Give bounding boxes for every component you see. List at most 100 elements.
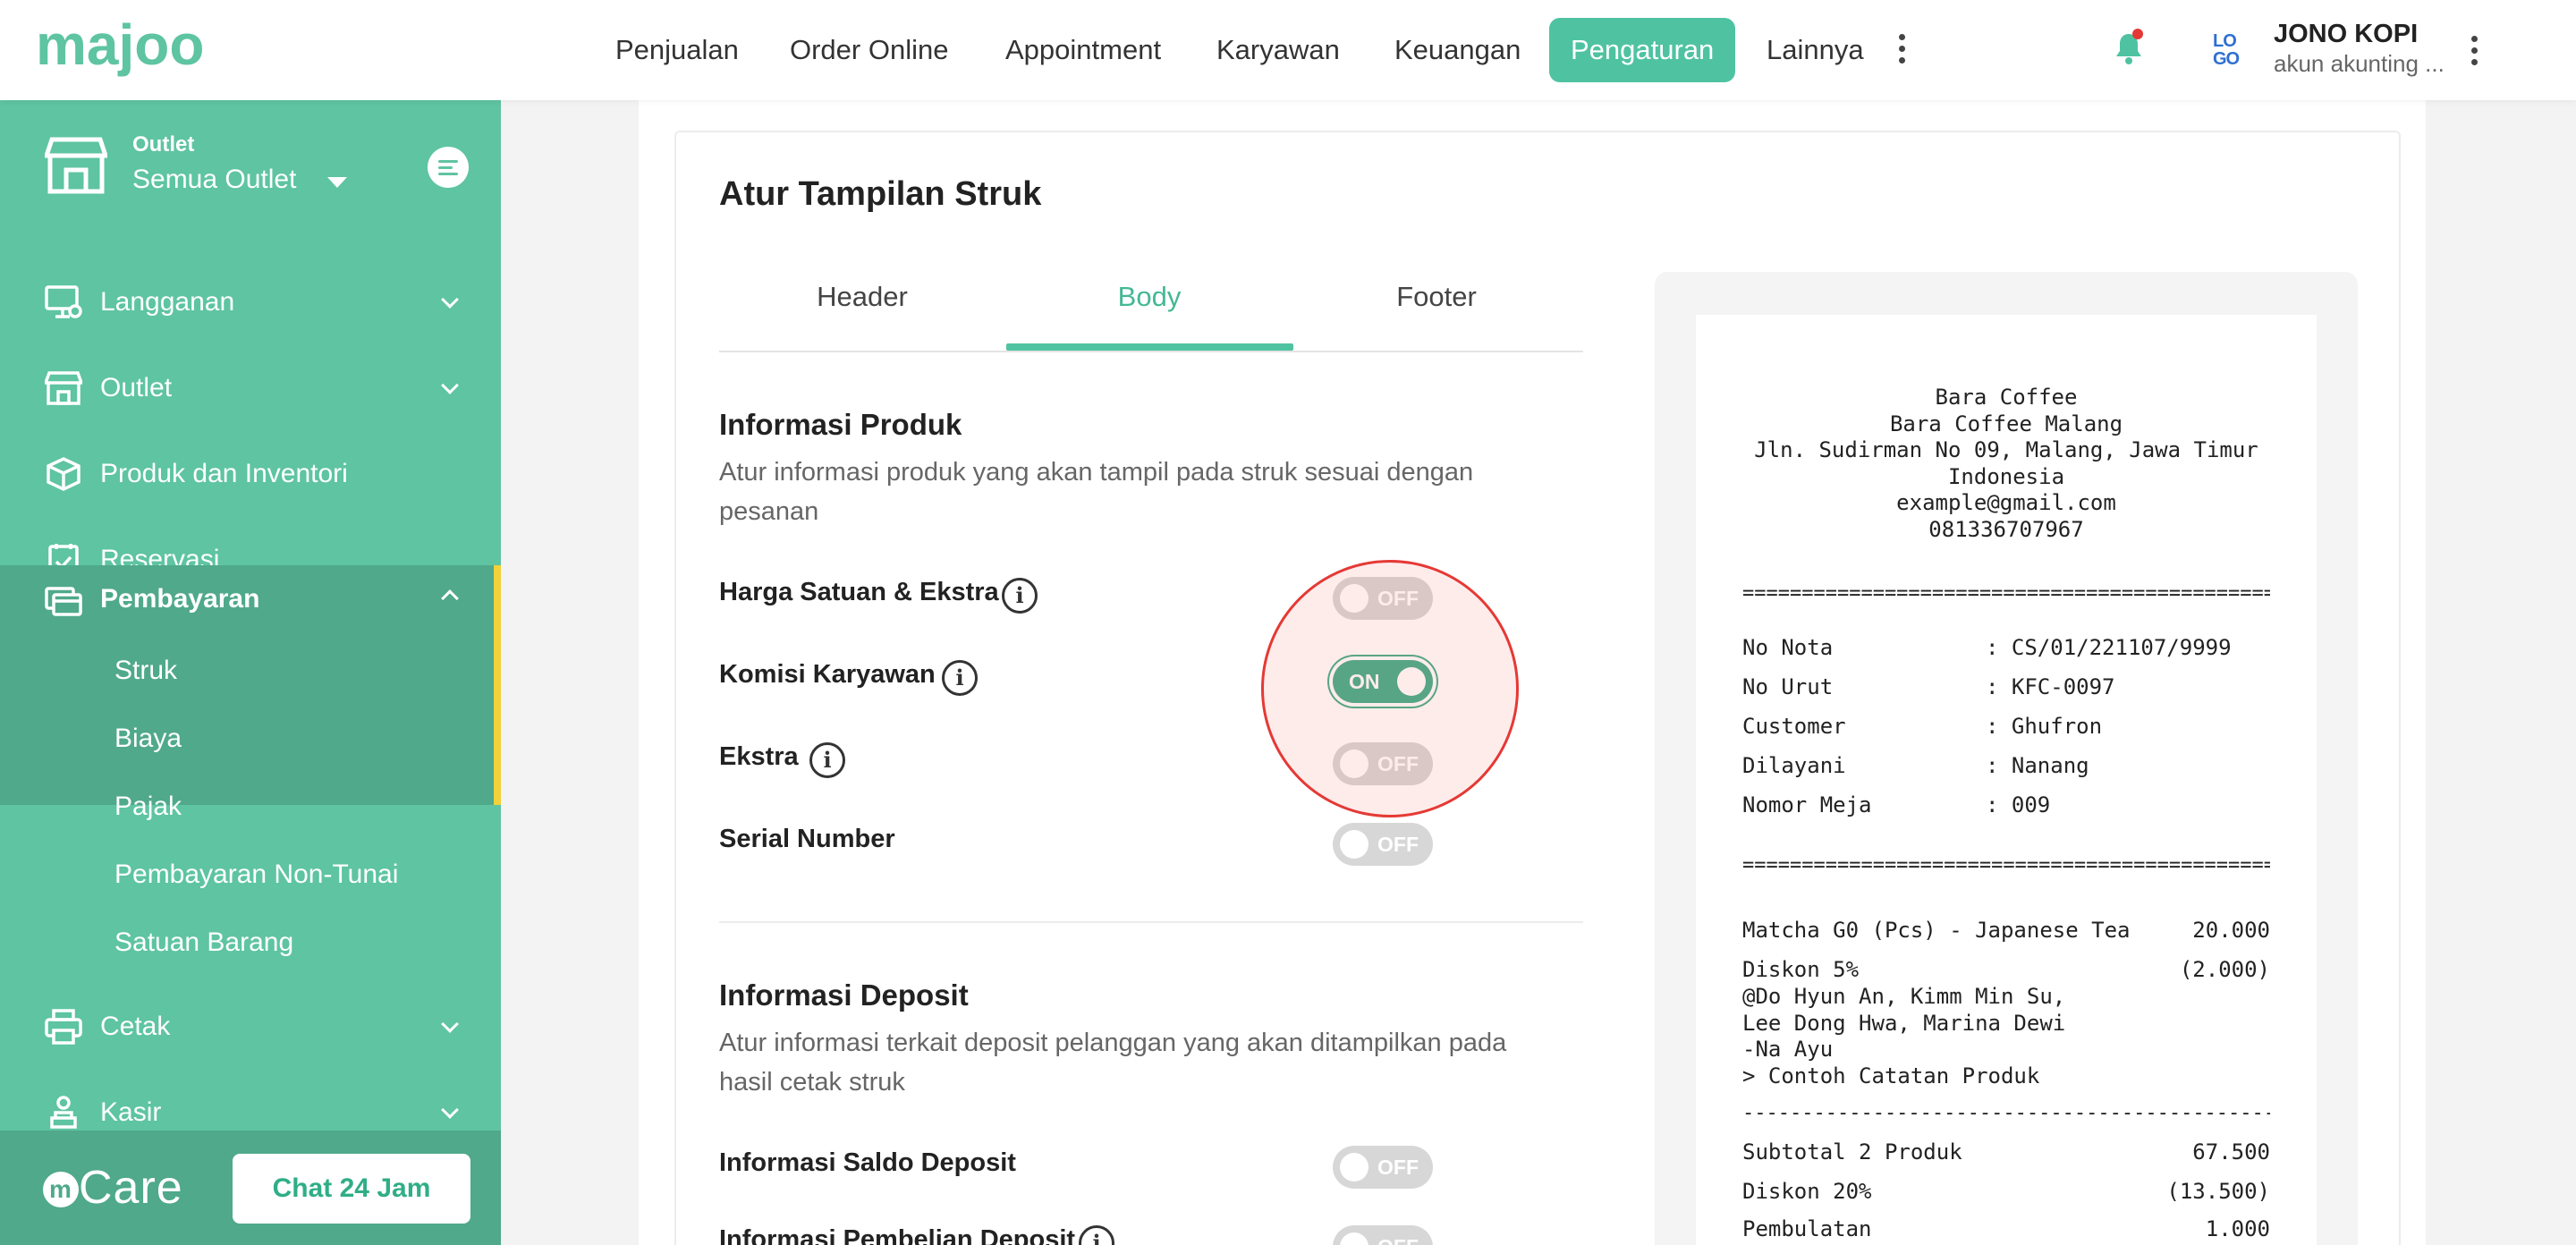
receipt-info-row: Customer: Ghufron: [1742, 707, 2270, 746]
toggle-knob: [1340, 1232, 1368, 1245]
info-icon[interactable]: i: [809, 742, 845, 778]
outlet-selector[interactable]: Semua Outlet: [132, 165, 296, 195]
page-title: Atur Tampilan Struk: [719, 175, 1042, 213]
receipt-info-value: 009: [2011, 792, 2051, 817]
toggle-text: OFF: [1377, 752, 1419, 775]
care-logo: m Care: [43, 1161, 183, 1215]
receipt-phone: 081336707967: [1928, 516, 2084, 542]
receipt-separator-single: ----------------------------------------…: [1742, 1109, 2270, 1118]
nav-keuangan[interactable]: Keuangan: [1394, 18, 1521, 82]
receipt-info-value: Nanang: [2011, 753, 2089, 778]
receipt-country: Indonesia: [1947, 463, 2065, 489]
receipt-info-row: Dilayani: Nanang: [1742, 746, 2270, 785]
receipt-total-row: Diskon 20% (13.500): [1742, 1172, 2270, 1211]
outlet-caret-icon[interactable]: [327, 177, 347, 188]
sidebar-sub-satuan-barang[interactable]: Satuan Barang: [114, 909, 293, 977]
sidebar-item-cetak[interactable]: Cetak: [0, 984, 501, 1070]
receipt-total-key: Subtotal 2 Produk: [1742, 1139, 1962, 1165]
nav-karyawan[interactable]: Karyawan: [1216, 18, 1340, 82]
toggle-text: OFF: [1377, 587, 1419, 610]
toggle-ekstra[interactable]: OFF: [1333, 742, 1433, 785]
care-label: Care: [79, 1162, 183, 1214]
toggle-pembelian-deposit[interactable]: OFF: [1333, 1225, 1433, 1245]
label-pembelian-deposit: Informasi Pembelian Deposit: [719, 1225, 1076, 1245]
sidebar-sub-struk[interactable]: Struk: [114, 637, 177, 705]
sidebar-item-langganan[interactable]: Langganan: [0, 259, 501, 345]
sidebar-item-produk[interactable]: Produk dan Inventori: [0, 431, 501, 517]
receipt-info-key: Nomor Meja: [1742, 792, 1872, 817]
printer-icon: [45, 1009, 82, 1045]
receipt-info-value: KFC-0097: [2011, 674, 2115, 699]
sidebar-sub-non-tunai[interactable]: Pembayaran Non-Tunai: [114, 841, 398, 909]
monitor-gear-icon: [45, 285, 82, 318]
label-komisi-karyawan: Komisi Karyawan: [719, 660, 936, 689]
receipt-commission: @Do Hyun An, Kimm Min Su, Lee Dong Hwa, …: [1742, 984, 2065, 1089]
outlet-logo-icon: LO GO: [2213, 32, 2250, 70]
receipt-item-row: Matcha G0 (Pcs) - Japanese Tea 20.000: [1742, 910, 2270, 950]
more-menu-icon[interactable]: [1897, 34, 1906, 70]
toggle-text: OFF: [1377, 1156, 1419, 1179]
toggle-knob: [1340, 750, 1368, 778]
receipt-store-name: Bara Coffee: [1935, 385, 2078, 410]
receipt-outlet-name: Bara Coffee Malang: [1889, 411, 2123, 436]
chevron-down-icon: [441, 1015, 459, 1033]
sidebar-item-outlet[interactable]: Outlet: [0, 345, 501, 431]
section-divider: [719, 921, 1583, 923]
receipt-total-value: (13.500): [2166, 1179, 2270, 1204]
section-title-produk: Informasi Produk: [719, 408, 962, 441]
tab-footer[interactable]: Footer: [1293, 268, 1580, 351]
chat-24-jam-button[interactable]: Chat 24 Jam: [233, 1154, 470, 1224]
sidebar: Outlet Semua Outlet Langganan Outlet Pro…: [0, 100, 501, 1245]
receipt-total-row: Subtotal 2 Produk 67.500: [1742, 1132, 2270, 1172]
sidebar-item-label: Produk dan Inventori: [100, 459, 348, 488]
sidebar-item-label: Cetak: [100, 1012, 171, 1041]
notification-bell-icon[interactable]: [2113, 29, 2145, 66]
receipt-info-row: Nomor Meja: 009: [1742, 785, 2270, 825]
toggle-serial-number[interactable]: OFF: [1333, 823, 1433, 866]
sidebar-item-pembayaran[interactable]: Pembayaran: [0, 565, 501, 633]
label-harga-satuan: Harga Satuan & Ekstra: [719, 578, 999, 606]
tab-header[interactable]: Header: [719, 268, 1005, 351]
receipt-header: Bara Coffee Bara Coffee Malang Jln. Sudi…: [1696, 385, 2317, 543]
outlet-filter-button[interactable]: [428, 147, 469, 188]
toggle-text: ON: [1349, 670, 1380, 693]
nav-lainnya[interactable]: Lainnya: [1767, 18, 1864, 82]
toggle-knob: [1397, 667, 1426, 696]
tab-active-indicator: [1006, 343, 1293, 351]
receipt-total-value: 1.000: [2205, 1216, 2270, 1241]
store-icon: [45, 371, 82, 405]
receipt-total-row: Pembulatan 1.000: [1742, 1209, 2270, 1245]
majoo-logo[interactable]: majoo: [36, 13, 250, 80]
receipt-info-row: No Urut: KFC-0097: [1742, 667, 2270, 707]
logo-text: majoo: [36, 16, 204, 77]
receipt-separator: ========================================…: [1742, 860, 2270, 871]
care-logo-icon: m: [43, 1172, 79, 1207]
receipt-total-value: 67.500: [2192, 1139, 2270, 1165]
receipt-commission-line: Lee Dong Hwa, Marina Dewi: [1742, 1010, 2066, 1036]
nav-pengaturan[interactable]: Pengaturan: [1549, 18, 1736, 82]
sidebar-sub-pajak[interactable]: Pajak: [114, 773, 182, 841]
receipt-info-key: No Nota: [1742, 635, 1834, 660]
info-icon[interactable]: i: [942, 660, 978, 696]
toggle-saldo-deposit[interactable]: OFF: [1333, 1146, 1433, 1189]
sidebar-item-label: Outlet: [100, 373, 173, 402]
user-subtitle[interactable]: akun akunting ...: [2274, 50, 2445, 78]
receipt-info-value: Ghufron: [2011, 714, 2103, 739]
section-title-deposit: Informasi Deposit: [719, 978, 969, 1012]
section-desc-deposit: Atur informasi terkait deposit pelanggan…: [719, 1029, 1507, 1097]
nav-order-online[interactable]: Order Online: [790, 18, 948, 82]
receipt-address: Jln. Sudirman No 09, Malang, Jawa Timur: [1754, 437, 2258, 462]
info-icon[interactable]: i: [1002, 578, 1038, 614]
chevron-down-icon: [441, 377, 459, 394]
section-desc-produk: Atur informasi produk yang akan tampil p…: [719, 458, 1474, 526]
toggle-harga-satuan[interactable]: OFF: [1333, 577, 1433, 620]
receipt-item-discount-value: (2.000): [2179, 957, 2270, 982]
tab-body[interactable]: Body: [1006, 268, 1292, 351]
tab-divider: [719, 351, 1583, 352]
nav-penjualan[interactable]: Penjualan: [615, 18, 739, 82]
toggle-komisi-karyawan[interactable]: ON: [1333, 660, 1433, 703]
user-more-icon[interactable]: [2470, 36, 2479, 72]
user-name[interactable]: JONO KOPI: [2274, 20, 2418, 49]
sidebar-sub-biaya[interactable]: Biaya: [114, 705, 182, 773]
nav-appointment[interactable]: Appointment: [1005, 18, 1161, 82]
